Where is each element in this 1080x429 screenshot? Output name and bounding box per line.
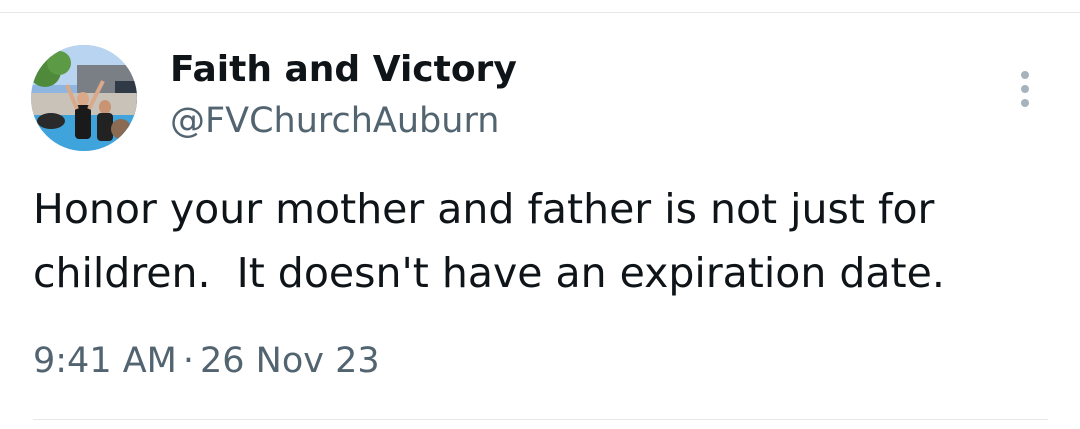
timestamp-separator: · bbox=[182, 341, 195, 381]
top-divider bbox=[0, 12, 1080, 13]
tweet-text: Honor your mother and father is not just… bbox=[33, 185, 948, 297]
more-options-icon bbox=[1021, 71, 1029, 79]
tweet-timestamp[interactable]: 9:41 AM · 26 Nov 23 bbox=[33, 339, 380, 383]
more-options-button[interactable] bbox=[1008, 68, 1044, 110]
more-options-icon-dot-2 bbox=[1021, 85, 1029, 93]
tweet-time: 9:41 AM bbox=[33, 341, 177, 381]
avatar-photo bbox=[31, 45, 137, 151]
tweet-date: 26 Nov 23 bbox=[200, 341, 380, 381]
more-options-icon-dot-3 bbox=[1021, 99, 1029, 107]
author-avatar[interactable] bbox=[31, 45, 137, 151]
author-display-name[interactable]: Faith and Victory bbox=[170, 48, 517, 92]
author-handle[interactable]: @FVChurchAuburn bbox=[170, 99, 499, 143]
bottom-divider bbox=[33, 419, 1048, 420]
